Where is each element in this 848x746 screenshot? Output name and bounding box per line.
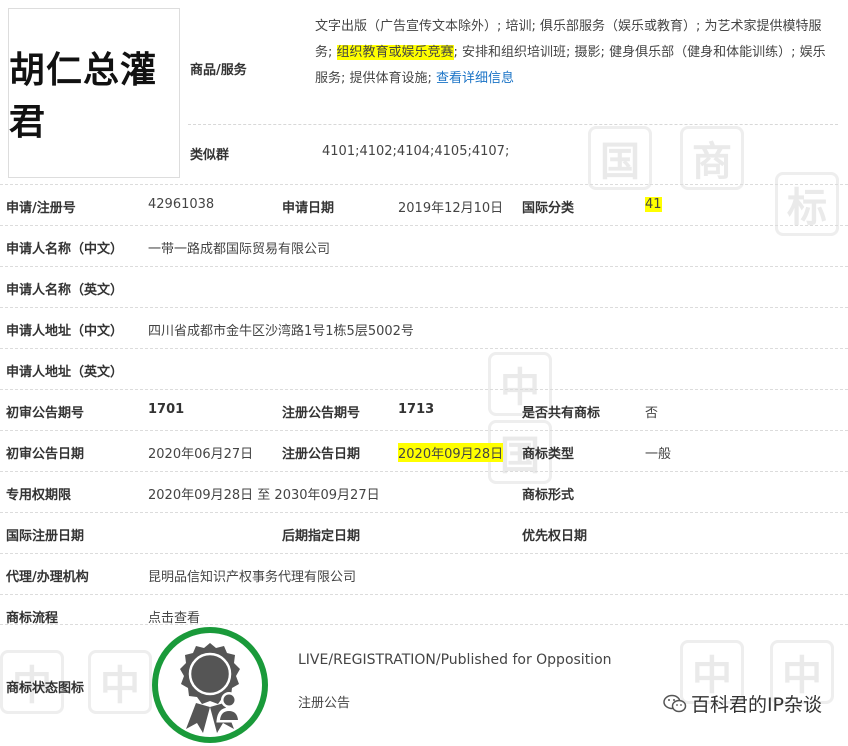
table-row: 国际注册日期 后期指定日期 优先权日期 <box>0 512 848 553</box>
table-row: 申请/注册号 42961038 申请日期 2019年12月10日 国际分类 41 <box>0 184 848 225</box>
table-row: 申请人名称（英文） <box>0 266 848 307</box>
table-row: 申请人名称（中文） 一带一路成都国际贸易有限公司 <box>0 225 848 266</box>
wechat-watermark: 百科君的IP杂谈 <box>663 690 822 717</box>
exclusive-right-period: 2020年09月28日 至 2030年09月27日 <box>148 488 380 503</box>
row-label: 代理/办理机构 <box>6 570 89 585</box>
row-label: 商标形式 <box>522 488 575 503</box>
row-label: 注册公告期号 <box>282 406 361 421</box>
applicant-name-cn: 一带一路成都国际贸易有限公司 <box>148 242 331 257</box>
row-label: 申请人名称（英文） <box>6 283 124 298</box>
row-label: 后期指定日期 <box>282 529 361 544</box>
row-label: 注册公告日期 <box>282 447 361 462</box>
table-row: 代理/办理机构 昆明品信知识产权事务代理有限公司 <box>0 553 848 594</box>
registration-number: 42961038 <box>148 197 215 212</box>
row-label: 申请/注册号 <box>6 201 76 216</box>
table-row: 专用权期限 2020年09月28日 至 2030年09月27日 商标形式 <box>0 471 848 512</box>
prelim-pub-date: 2020年06月27日 <box>148 447 254 462</box>
divider <box>188 124 838 125</box>
row-label: 初审公告期号 <box>6 406 85 421</box>
row-label: 国际注册日期 <box>6 529 85 544</box>
goods-highlight: 组织教育或娱乐竞赛 <box>336 45 454 60</box>
row-label: 初审公告日期 <box>6 447 85 462</box>
row-label: 申请人名称（中文） <box>6 242 124 257</box>
similar-group-value: 4101;4102;4104;4105;4107; <box>322 144 510 159</box>
registered-status-icon <box>152 627 268 743</box>
reg-pub-date: 2020年09月28日 <box>398 443 504 462</box>
row-label: 优先权日期 <box>522 529 588 544</box>
status-row: 商标状态图标 LIVE/REGISTRATION/Published for O… <box>0 624 848 746</box>
trademark-image: 胡仁总灌君 <box>8 8 180 178</box>
row-label: 申请人地址（英文） <box>6 365 124 380</box>
agency-name: 昆明品信知识产权事务代理有限公司 <box>148 570 357 585</box>
row-label: 商标类型 <box>522 447 575 462</box>
applicant-address-cn: 四川省成都市金牛区沙湾路1号1栋5层5002号 <box>148 324 414 339</box>
wechat-icon <box>663 694 687 714</box>
wechat-account-name: 百科君的IP杂谈 <box>690 694 822 716</box>
co-owned-flag: 否 <box>645 406 659 421</box>
international-class: 41 <box>645 197 662 212</box>
table-row: 申请人地址（中文） 四川省成都市金牛区沙湾路1号1栋5层5002号 <box>0 307 848 348</box>
similar-group-label: 类似群 <box>190 148 230 163</box>
status-text-cn: 注册公告 <box>298 696 351 711</box>
row-label: 申请人地址（中文） <box>6 324 124 339</box>
trademark-header: 胡仁总灌君 商品/服务 文字出版（广告宣传文本除外）; 培训; 俱乐部服务（娱乐… <box>0 0 848 184</box>
status-text-en: LIVE/REGISTRATION/Published for Oppositi… <box>298 652 612 668</box>
goods-services-text: 文字出版（广告宣传文本除外）; 培训; 俱乐部服务（娱乐或教育）; 为艺术家提供… <box>315 14 835 92</box>
row-label: 是否共有商标 <box>522 406 601 421</box>
reg-pub-issue: 1713 <box>398 402 435 417</box>
row-label: 申请日期 <box>282 201 335 216</box>
table-row: 初审公告日期 2020年06月27日 注册公告日期 2020年09月28日 商标… <box>0 430 848 471</box>
status-icon-label: 商标状态图标 <box>6 681 85 696</box>
row-label: 专用权期限 <box>6 488 72 503</box>
row-label: 国际分类 <box>522 201 575 216</box>
goods-services-label: 商品/服务 <box>190 63 247 78</box>
trademark-info-table: 申请/注册号 42961038 申请日期 2019年12月10日 国际分类 41… <box>0 184 848 635</box>
trademark-logo-text: 胡仁总灌君 <box>9 49 158 143</box>
prelim-pub-issue: 1701 <box>148 402 185 417</box>
table-row: 初审公告期号 1701 注册公告期号 1713 是否共有商标 否 <box>0 389 848 430</box>
table-row: 申请人地址（英文） <box>0 348 848 389</box>
view-detail-link[interactable]: 查看详细信息 <box>436 71 514 86</box>
application-date: 2019年12月10日 <box>398 201 504 216</box>
trademark-type: 一般 <box>645 447 672 462</box>
